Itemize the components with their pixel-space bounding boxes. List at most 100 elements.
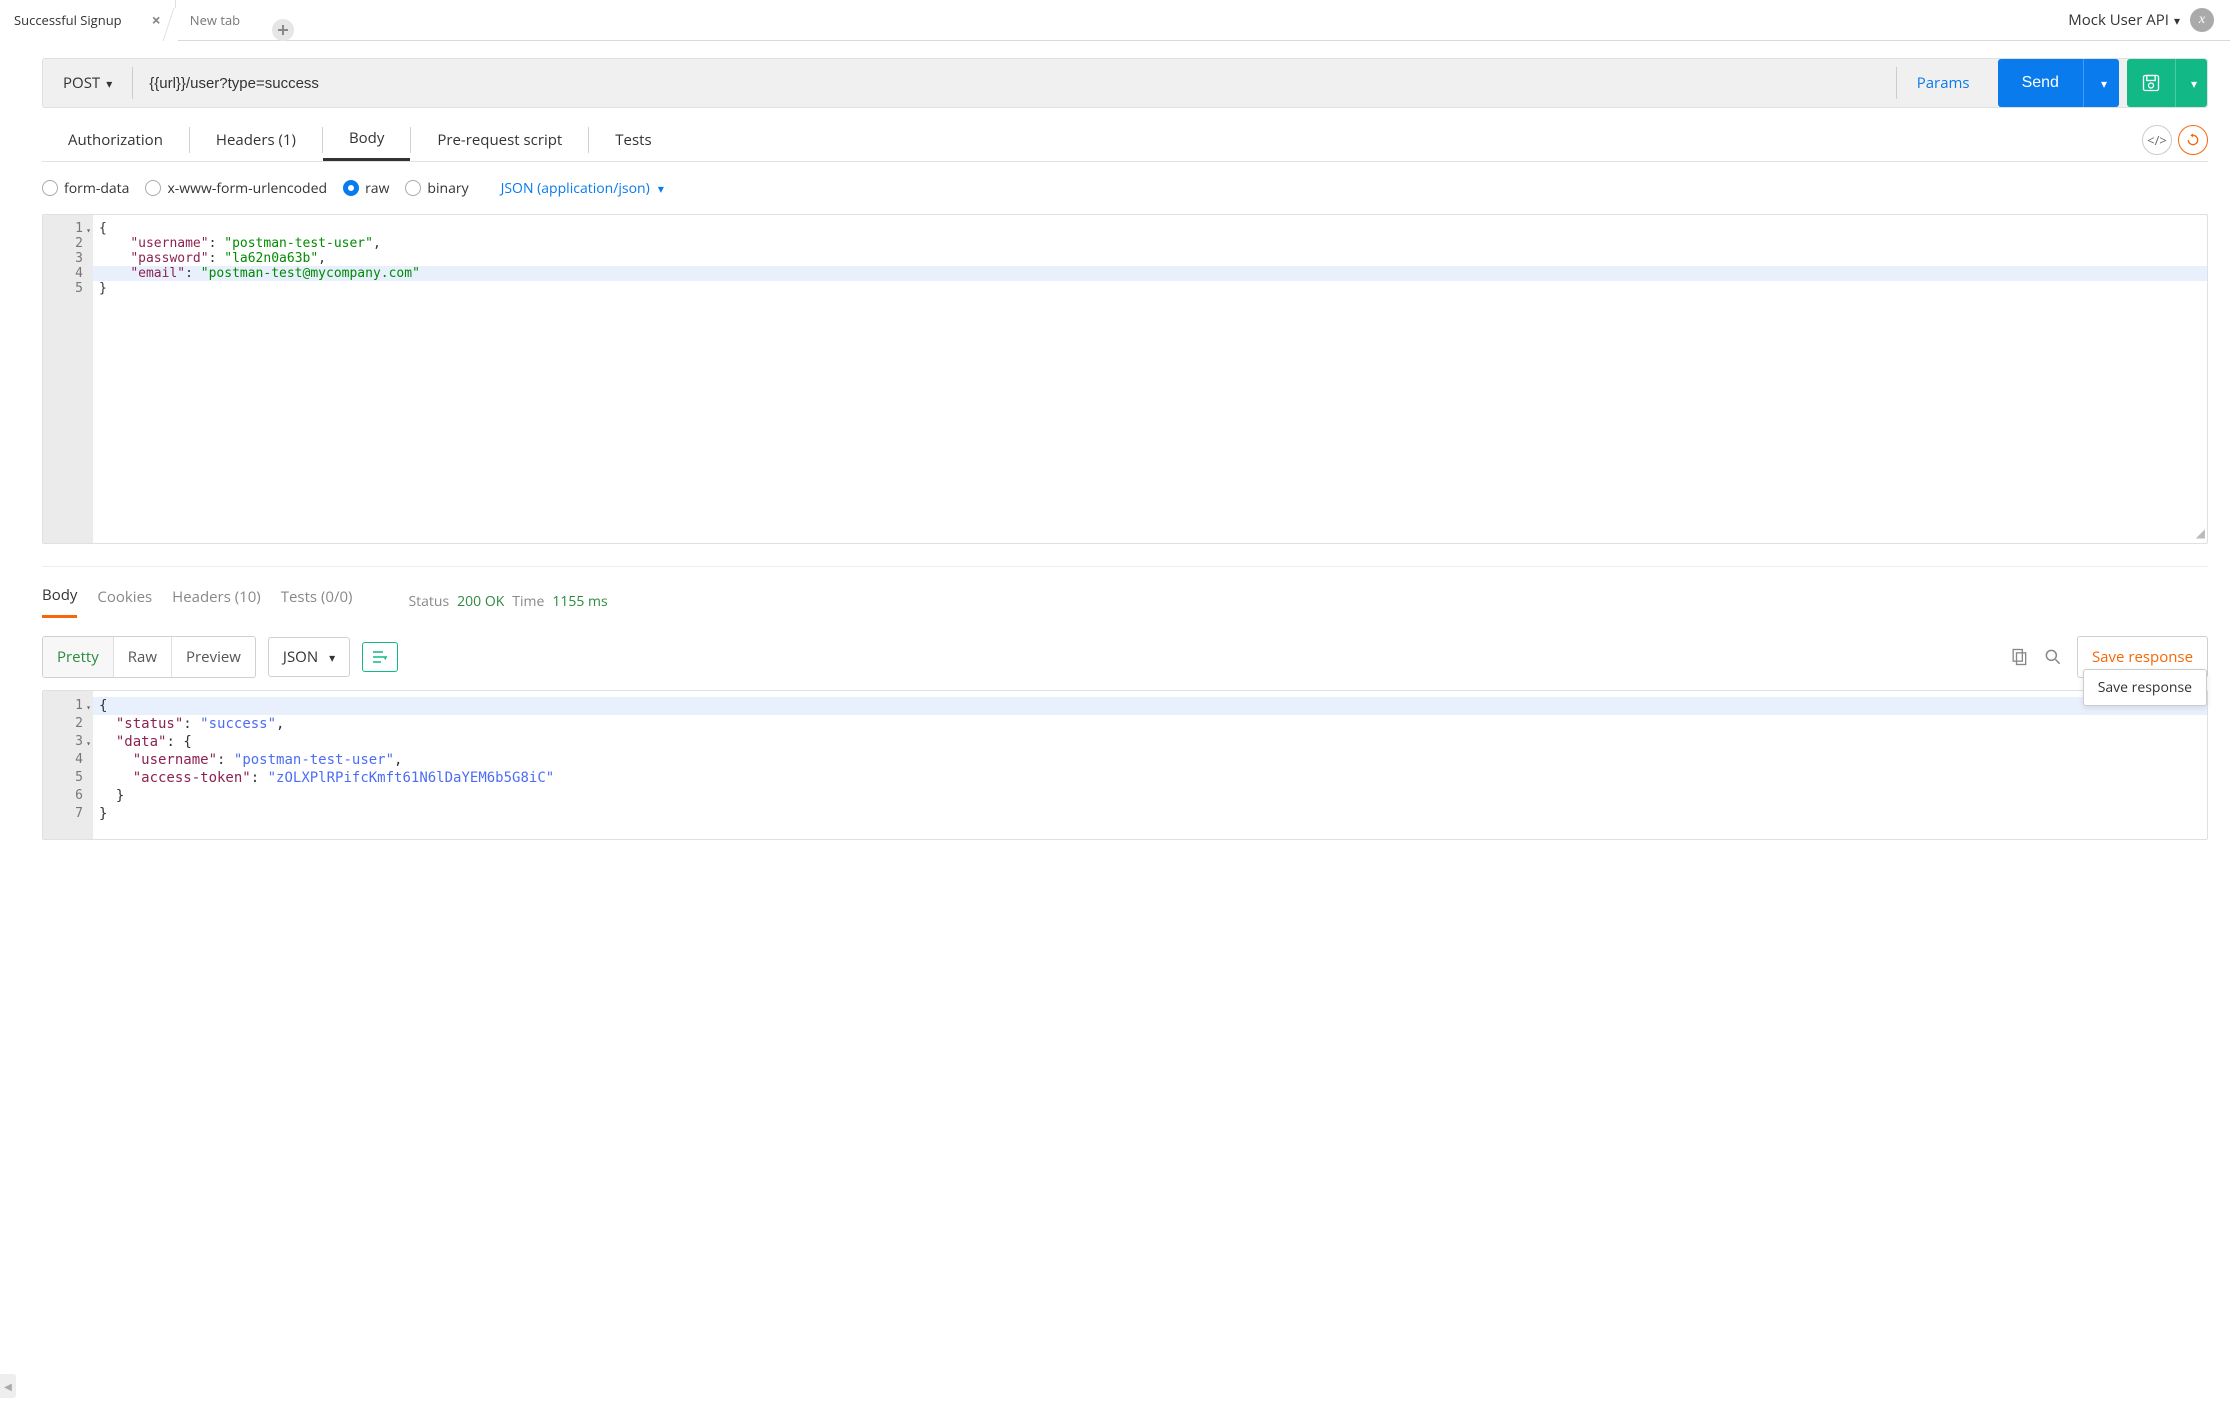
chevron-down-icon: ▾ bbox=[2191, 77, 2197, 91]
view-preview[interactable]: Preview bbox=[171, 637, 255, 677]
radio-label: raw bbox=[365, 179, 389, 198]
body-type-radios: form-data x-www-form-urlencoded raw bina… bbox=[42, 168, 2208, 208]
line-number: 4 bbox=[43, 266, 93, 281]
radio-icon bbox=[343, 180, 359, 196]
method-label: POST bbox=[63, 73, 100, 93]
radio-urlencoded[interactable]: x-www-form-urlencoded bbox=[145, 179, 327, 198]
close-tab-icon[interactable]: × bbox=[152, 9, 161, 31]
chevron-down-icon: ▾ bbox=[655, 180, 664, 197]
line-number: 6 bbox=[43, 787, 93, 805]
view-raw[interactable]: Raw bbox=[113, 637, 171, 677]
line-number: 1 bbox=[43, 697, 93, 715]
line-number: 3 bbox=[43, 251, 93, 266]
tab-new[interactable]: New tab bbox=[176, 0, 254, 41]
content-type-label: JSON (application/json) bbox=[501, 179, 650, 198]
quick-look-icon[interactable]: x bbox=[2190, 8, 2214, 32]
view-mode-group: Pretty Raw Preview bbox=[42, 636, 256, 678]
status-value: 200 OK bbox=[457, 592, 504, 611]
main-panel: POST ▾ Params Send ▾ ▾ Authorization Hea… bbox=[0, 41, 2230, 840]
request-tabs: Authorization Headers (1) Body Pre-reque… bbox=[42, 118, 2208, 162]
radio-label: binary bbox=[427, 179, 468, 198]
search-icon bbox=[2043, 647, 2063, 667]
response-toolbar: Pretty Raw Preview JSON ▾ Save response bbox=[42, 636, 2208, 678]
undo-icon bbox=[2185, 132, 2201, 148]
time-value: 1155 ms bbox=[552, 592, 607, 611]
line-number: 5 bbox=[43, 281, 93, 296]
send-button[interactable]: Send bbox=[1998, 59, 2083, 107]
send-group: Send ▾ bbox=[1998, 59, 2119, 107]
add-tab-button[interactable] bbox=[272, 19, 294, 41]
radio-label: x-www-form-urlencoded bbox=[167, 179, 327, 198]
radio-form-data[interactable]: form-data bbox=[42, 179, 129, 198]
resp-tab-body[interactable]: Body bbox=[42, 585, 77, 618]
copy-icon bbox=[2009, 647, 2029, 667]
save-response-button[interactable]: Save response Save response bbox=[2077, 636, 2208, 678]
line-number: 1 bbox=[43, 221, 93, 236]
response-format-select[interactable]: JSON ▾ bbox=[268, 637, 350, 677]
radio-raw[interactable]: raw bbox=[343, 179, 389, 198]
radio-icon bbox=[42, 180, 58, 196]
environment-label: Mock User API bbox=[2068, 10, 2169, 30]
sidebar-toggle[interactable]: ◀ bbox=[0, 1374, 16, 1398]
chevron-down-icon: ▾ bbox=[106, 75, 112, 92]
request-bar: POST ▾ Params Send ▾ ▾ bbox=[42, 58, 2208, 108]
send-dropdown[interactable]: ▾ bbox=[2083, 59, 2119, 107]
time-label: Time bbox=[512, 592, 544, 611]
response-meta: Status 200 OK Time 1155 ms bbox=[408, 592, 607, 611]
copy-button[interactable] bbox=[2009, 647, 2029, 667]
radio-icon bbox=[405, 180, 421, 196]
request-body-editor[interactable]: 1 2 3 4 5 { "username": "postman-test-us… bbox=[42, 214, 2208, 544]
content-type-select[interactable]: JSON (application/json) ▾ bbox=[501, 179, 664, 198]
response-tabs: Body Cookies Headers (10) Tests (0/0) St… bbox=[42, 585, 2208, 618]
wrap-lines-button[interactable] bbox=[362, 642, 398, 672]
save-response-tooltip: Save response bbox=[2083, 669, 2207, 706]
line-number: 2 bbox=[43, 236, 93, 251]
response-section: Body Cookies Headers (10) Tests (0/0) St… bbox=[42, 566, 2208, 840]
resp-tab-headers[interactable]: Headers (10) bbox=[172, 587, 261, 617]
req-tabs-right: </> bbox=[2142, 125, 2208, 155]
code-snippet-button[interactable]: </> bbox=[2142, 125, 2172, 155]
code-area[interactable]: { "username": "postman-test-user", "pass… bbox=[93, 215, 2207, 543]
wrap-icon bbox=[372, 650, 388, 664]
params-button[interactable]: Params bbox=[1896, 67, 1990, 99]
line-number: 5 bbox=[43, 769, 93, 787]
chevron-down-icon: ▾ bbox=[2101, 77, 2107, 91]
tab-successful-signup[interactable]: Successful Signup × bbox=[0, 0, 176, 41]
tab-authorization[interactable]: Authorization bbox=[42, 118, 189, 161]
tab-label: New tab bbox=[190, 11, 240, 29]
save-response-label: Save response bbox=[2092, 647, 2193, 667]
status-label: Status bbox=[408, 592, 449, 611]
search-button[interactable] bbox=[2043, 647, 2063, 667]
url-input[interactable] bbox=[133, 59, 1895, 107]
top-bar: Successful Signup × New tab Mock User AP… bbox=[0, 0, 2230, 41]
reset-button[interactable] bbox=[2178, 125, 2208, 155]
chevron-down-icon: ▾ bbox=[329, 649, 335, 666]
radio-label: form-data bbox=[64, 179, 129, 198]
tabs-row: Successful Signup × New tab bbox=[0, 0, 294, 41]
radio-binary[interactable]: binary bbox=[405, 179, 468, 198]
toolbar-right: Save response Save response bbox=[2009, 636, 2208, 678]
response-body-editor[interactable]: 1 2 3 4 5 6 7 { "status": "success", "da… bbox=[42, 690, 2208, 840]
line-number: 3 bbox=[43, 733, 93, 751]
method-select[interactable]: POST ▾ bbox=[43, 59, 132, 107]
code-area[interactable]: { "status": "success", "data": { "userna… bbox=[93, 691, 2207, 839]
gutter: 1 2 3 4 5 6 7 bbox=[43, 691, 93, 839]
tab-tests[interactable]: Tests bbox=[589, 118, 677, 161]
tab-headers[interactable]: Headers (1) bbox=[190, 118, 322, 161]
save-button[interactable] bbox=[2127, 59, 2175, 107]
save-group: ▾ bbox=[2127, 59, 2207, 107]
tab-prerequest[interactable]: Pre-request script bbox=[411, 118, 588, 161]
environment-select[interactable]: Mock User API ▾ bbox=[2068, 10, 2180, 30]
tab-body[interactable]: Body bbox=[323, 118, 410, 161]
line-number: 7 bbox=[43, 805, 93, 823]
resize-handle[interactable]: ◢ bbox=[2196, 524, 2205, 541]
save-dropdown[interactable]: ▾ bbox=[2175, 59, 2207, 107]
save-icon bbox=[2141, 73, 2161, 93]
resp-tab-tests[interactable]: Tests (0/0) bbox=[281, 587, 353, 617]
resp-tab-cookies[interactable]: Cookies bbox=[97, 587, 152, 617]
view-pretty[interactable]: Pretty bbox=[43, 637, 113, 677]
top-right: Mock User API ▾ x bbox=[2068, 8, 2230, 32]
chevron-down-icon: ▾ bbox=[2174, 12, 2180, 29]
line-number: 2 bbox=[43, 715, 93, 733]
tab-label: Successful Signup bbox=[14, 11, 122, 29]
